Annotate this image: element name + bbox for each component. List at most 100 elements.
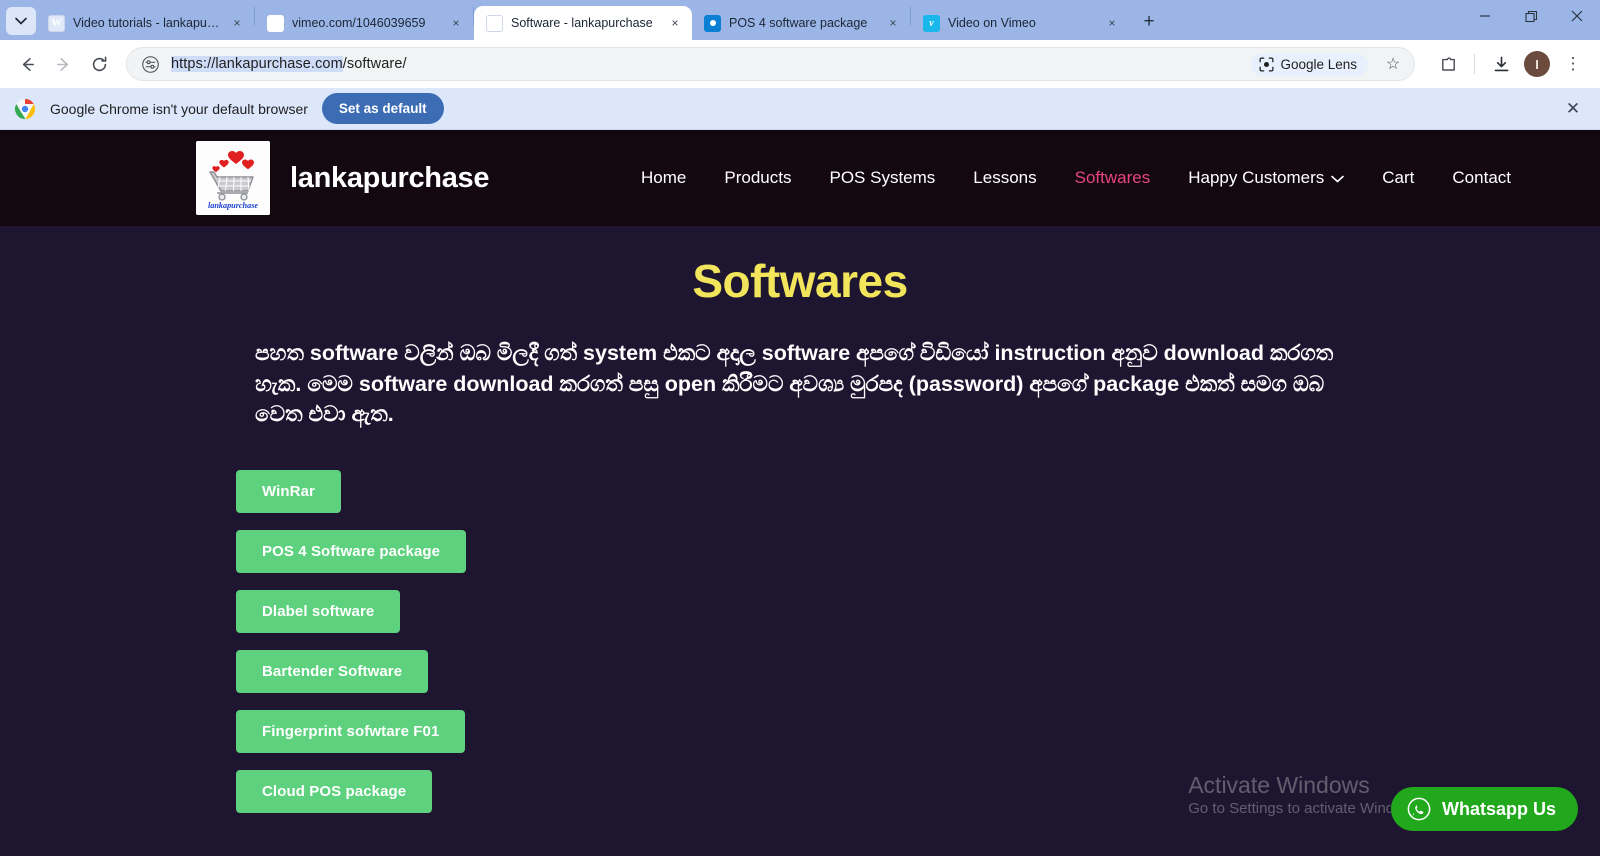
tab-close-button[interactable]: × [447,14,465,32]
set-as-default-button[interactable]: Set as default [321,93,444,124]
tab-strip: W Video tutorials - lankapurchase × v vi… [0,0,1600,40]
chrome-logo-icon [14,98,36,119]
browser-window: W Video tutorials - lankapurchase × v vi… [0,0,1600,856]
watermark-title: Activate Windows [1188,772,1370,799]
brand-name: lankapurchase [290,161,490,194]
nav-item-contact[interactable]: Contact [1433,168,1530,188]
download-button-cloud-pos-package[interactable]: Cloud POS package [236,769,433,813]
minimize-icon [1480,15,1490,17]
page-content: lankapurchase lankapurchase Home Product… [0,130,1600,853]
tab-close-button[interactable]: × [666,14,684,32]
downloads-button[interactable] [1484,47,1518,81]
minimize-button[interactable] [1462,0,1508,32]
tab-close-button[interactable]: × [228,14,246,32]
reload-icon [92,55,106,71]
nav-item-products[interactable]: Products [705,168,810,188]
tune-icon [141,55,159,73]
back-arrow-icon [22,57,34,71]
infobar-close-button[interactable]: ✕ [1560,96,1586,122]
tab-close-button[interactable]: × [1103,14,1121,32]
nav-label: Cart [1382,168,1415,187]
nav-label: Lessons [973,168,1037,187]
tab-close-button[interactable]: × [884,14,902,32]
chevron-down-icon [1331,168,1345,188]
nav-item-pos-systems[interactable]: POS Systems [810,168,954,188]
tab-search-button[interactable] [6,7,36,35]
nav-label: Happy Customers [1188,168,1325,187]
main-content: Softwares පහත software වලින් ඔබ මිලදී ගත… [0,226,1600,813]
url-text: https://lankapurchase.com/software/ [171,56,1241,72]
download-button-bartender-software[interactable]: Bartender Software [236,649,429,693]
avatar: I [1524,51,1550,77]
extensions-icon [1441,56,1455,71]
google-lens-icon [1259,56,1274,72]
close-button[interactable] [1554,0,1600,32]
close-icon [1571,10,1583,22]
site-header: lankapurchase lankapurchase Home Product… [0,130,1600,226]
tab-title: Software - lankapurchase [511,16,653,30]
forward-button[interactable] [46,47,80,81]
profile-button[interactable]: I [1520,47,1554,81]
url-selected-part: https://lankapurchase.com [171,56,343,72]
browser-tab[interactable]: POS 4 software package × [692,6,910,40]
site-settings-icon[interactable] [139,53,161,75]
browser-tab-active[interactable]: W Software - lankapurchase × [474,6,692,40]
download-button-dlabel-software[interactable]: Dlabel software [236,589,401,633]
browser-tab[interactable]: W Video tutorials - lankapurchase × [36,6,254,40]
windows-activation-watermark: Activate Windows Go to Settings to activ… [1188,771,1425,817]
nav-item-softwares[interactable]: Softwares [1056,168,1170,188]
google-lens-label: Google Lens [1280,56,1357,72]
nav-item-lessons[interactable]: Lessons [954,168,1055,188]
new-tab-button[interactable]: + [1135,8,1163,36]
shopping-cart-hearts-logo-icon: lankapurchase [196,141,270,215]
extensions-button[interactable] [1431,47,1465,81]
restore-icon [1524,10,1537,22]
vimeo-round-icon: v [267,14,284,32]
chevron-down-icon [15,17,27,25]
download-button-winrar[interactable]: WinRar [236,469,341,513]
pos-icon [704,14,721,32]
nav-label: Softwares [1074,168,1151,187]
whatsapp-label: Whatsapp Us [1441,798,1556,819]
whatsapp-us-button[interactable]: Whatsapp Us [1390,787,1578,831]
toolbar-divider [1474,54,1475,74]
whatsapp-icon [1407,797,1431,821]
chrome-menu-button[interactable]: ⋮ [1556,47,1590,81]
download-icon [1494,56,1508,71]
nav-label: POS Systems [829,168,936,187]
back-button[interactable] [10,47,44,81]
tab-title: Video tutorials - lankapurchase [73,16,220,30]
google-lens-button[interactable]: Google Lens [1251,52,1368,76]
tab-title: Video on Vimeo [948,16,1036,30]
nav-label: Contact [1452,168,1511,187]
watermark-subtitle: Go to Settings to activate Windows. [1188,800,1425,817]
wordpress-icon: W [486,14,503,32]
window-controls [1462,0,1600,40]
tab-title: POS 4 software package [729,16,868,30]
nav-item-happy-customers[interactable]: Happy Customers [1169,168,1363,188]
site-brand[interactable]: lankapurchase lankapurchase [196,141,490,215]
infobar-message: Google Chrome isn't your default browser [50,100,308,117]
download-button-list: WinRar POS 4 Software package Dlabel sof… [236,469,1600,813]
bookmark-star-icon[interactable]: ☆ [1378,49,1408,79]
browser-tab[interactable]: v vimeo.com/1046039659 × [255,6,473,40]
browser-toolbar: https://lankapurchase.com/software/ Goog… [0,40,1600,88]
main-navigation: Home Products POS Systems Lessons Softwa… [622,168,1530,188]
download-button-pos-4-software-package[interactable]: POS 4 Software package [236,529,467,573]
wordpress-icon: W [48,14,65,32]
page-title: Softwares [692,255,908,307]
reload-button[interactable] [82,47,116,81]
restore-button[interactable] [1508,0,1554,32]
nav-item-cart[interactable]: Cart [1363,168,1433,188]
tab-title: vimeo.com/1046039659 [292,16,426,30]
nav-label: Home [641,168,687,187]
url-path-part: /software/ [342,56,407,72]
site-logo: lankapurchase [196,141,270,215]
browser-tab[interactable]: v Video on Vimeo × [911,6,1129,40]
vimeo-icon: v [923,14,940,32]
nav-item-home[interactable]: Home [622,168,705,188]
nav-label: Products [724,168,792,187]
intro-paragraph: පහත software වලින් ඔබ මිලදී ගත් system එ… [255,341,1334,427]
download-button-fingerprint-software-f01[interactable]: Fingerprint sofwtare F01 [236,709,466,753]
address-bar[interactable]: https://lankapurchase.com/software/ Goog… [126,47,1415,81]
